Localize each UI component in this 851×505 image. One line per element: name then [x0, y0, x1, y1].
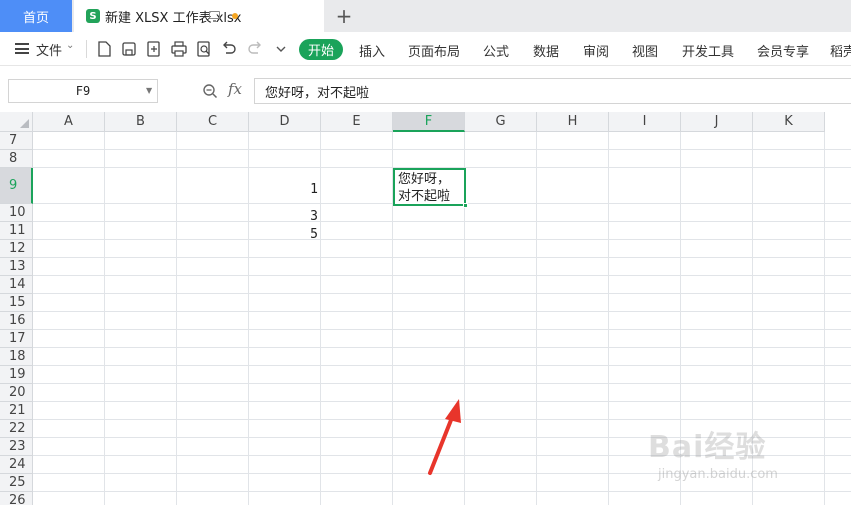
cell-d10[interactable]: 3 — [250, 209, 318, 224]
row-header-15[interactable]: 15 — [0, 294, 33, 312]
tab-data[interactable]: 数据 — [533, 41, 559, 60]
row-header-22[interactable]: 22 — [0, 420, 33, 438]
undo-icon[interactable] — [220, 40, 238, 58]
function-icon[interactable]: fx — [228, 80, 242, 98]
column-header-f[interactable]: F — [393, 112, 465, 132]
column-header-c[interactable]: C — [177, 112, 249, 132]
column-header-i[interactable]: I — [609, 112, 681, 132]
chevron-down-icon[interactable]: ⌄ — [66, 40, 74, 51]
row-header-25[interactable]: 25 — [0, 474, 33, 492]
column-header-g[interactable]: G — [465, 112, 537, 132]
selected-cell-f9[interactable]: 您好呀， 对不起啦 — [393, 168, 466, 206]
zoom-icon[interactable] — [202, 83, 218, 99]
export-pdf-icon[interactable] — [145, 40, 163, 58]
row-header-9[interactable]: 9 — [0, 168, 33, 204]
watermark-brand: Bai经验 — [648, 430, 767, 465]
new-tab-button[interactable]: + — [334, 2, 354, 30]
column-header-b[interactable]: B — [105, 112, 177, 132]
row-gridline — [33, 221, 851, 222]
row-gridline — [33, 329, 851, 330]
watermark: Bai经验 jingyan.baidu.com — [648, 422, 808, 500]
column-gridline — [608, 132, 609, 505]
row-gridline — [33, 293, 851, 294]
tab-home[interactable]: 首页 — [0, 0, 72, 32]
tab-docer[interactable]: 稻壳 — [830, 41, 851, 60]
row-header-11[interactable]: 11 — [0, 222, 33, 240]
row-header-20[interactable]: 20 — [0, 384, 33, 402]
tab-member[interactable]: 会员专享 — [757, 41, 809, 60]
save-icon[interactable] — [120, 40, 138, 58]
column-gridline — [824, 132, 825, 505]
tab-document-title: 新建 XLSX 工作表.xlsx — [105, 10, 242, 26]
spreadsheet-grid[interactable]: ABCDEFGHIJK 7 8 9 10 11 12 13 14 15 16 17 18 19 20 21 2… — [0, 112, 851, 505]
row-header-17[interactable]: 17 — [0, 330, 33, 348]
row-header-21[interactable]: 21 — [0, 402, 33, 420]
column-header-a[interactable]: A — [33, 112, 105, 132]
divider — [86, 40, 87, 58]
tab-formulas[interactable]: 公式 — [483, 41, 509, 60]
row-gridline — [33, 149, 851, 150]
name-box-dropdown-icon[interactable]: ▼ — [146, 86, 152, 95]
tab-start[interactable]: 开始 — [299, 39, 343, 60]
new-document-icon[interactable] — [95, 40, 113, 58]
red-arrow-annotation — [428, 399, 461, 475]
row-header-24[interactable]: 24 — [0, 456, 33, 474]
row-gridline — [33, 347, 851, 348]
row-header-10[interactable]: 10 — [0, 204, 33, 222]
row-gridline — [33, 383, 851, 384]
column-header-k[interactable]: K — [753, 112, 825, 132]
print-icon[interactable] — [170, 40, 188, 58]
tab-insert[interactable]: 插入 — [359, 41, 385, 60]
redo-icon[interactable] — [246, 40, 264, 58]
row-gridline — [33, 257, 851, 258]
column-gridline — [104, 132, 105, 505]
column-gridline — [536, 132, 537, 505]
watermark-site: jingyan.baidu.com — [658, 467, 778, 482]
print-preview-icon[interactable] — [195, 40, 213, 58]
column-gridline — [320, 132, 321, 505]
tab-bar: 首页 S 新建 XLSX 工作表.xlsx + — [0, 0, 851, 32]
row-header-26[interactable]: 26 — [0, 492, 33, 505]
column-header-j[interactable]: J — [681, 112, 753, 132]
more-chevron-icon[interactable] — [272, 40, 290, 58]
file-menu[interactable]: 文件 — [36, 40, 62, 59]
row-header-7[interactable]: 7 — [0, 132, 33, 150]
row-header-16[interactable]: 16 — [0, 312, 33, 330]
unsaved-dot-icon — [232, 13, 238, 19]
row-gridline — [33, 311, 851, 312]
row-gridline — [33, 275, 851, 276]
select-all-corner[interactable] — [0, 112, 33, 132]
cell-d11[interactable]: 5 — [250, 227, 318, 242]
tab-view[interactable]: 视图 — [632, 41, 658, 60]
tab-page-layout[interactable]: 页面布局 — [408, 41, 460, 60]
cell-d9[interactable]: 1 — [250, 182, 318, 197]
column-header-h[interactable]: H — [537, 112, 609, 132]
column-header-e[interactable]: E — [321, 112, 393, 132]
row-header-12[interactable]: 12 — [0, 240, 33, 258]
fill-handle[interactable] — [463, 203, 468, 208]
spreadsheet-icon: S — [86, 9, 100, 23]
screen-icon[interactable] — [209, 11, 220, 22]
row-header-8[interactable]: 8 — [0, 150, 33, 168]
row-header-23[interactable]: 23 — [0, 438, 33, 456]
formula-bar: F9 ▼ fx 您好呀，对不起啦 — [0, 66, 851, 112]
column-header-d[interactable]: D — [249, 112, 321, 132]
row-header-18[interactable]: 18 — [0, 348, 33, 366]
menu-bar: 文件 ⌄ 开始 插入 页面布局 公式 数据 审阅 视图 开发工具 会员专享 稻壳 — [0, 32, 851, 66]
row-header-13[interactable]: 13 — [0, 258, 33, 276]
name-box[interactable]: F9 — [8, 79, 158, 103]
tab-review[interactable]: 审阅 — [583, 41, 609, 60]
row-gridline — [33, 239, 851, 240]
row-gridline — [33, 365, 851, 366]
tab-document[interactable]: S 新建 XLSX 工作表.xlsx — [74, 0, 324, 32]
column-gridline — [176, 132, 177, 505]
row-header-14[interactable]: 14 — [0, 276, 33, 294]
hamburger-menu-icon[interactable] — [15, 43, 29, 54]
row-header-19[interactable]: 19 — [0, 366, 33, 384]
tab-developer[interactable]: 开发工具 — [682, 41, 734, 60]
formula-input[interactable]: 您好呀，对不起啦 — [254, 78, 851, 104]
column-gridline — [248, 132, 249, 505]
